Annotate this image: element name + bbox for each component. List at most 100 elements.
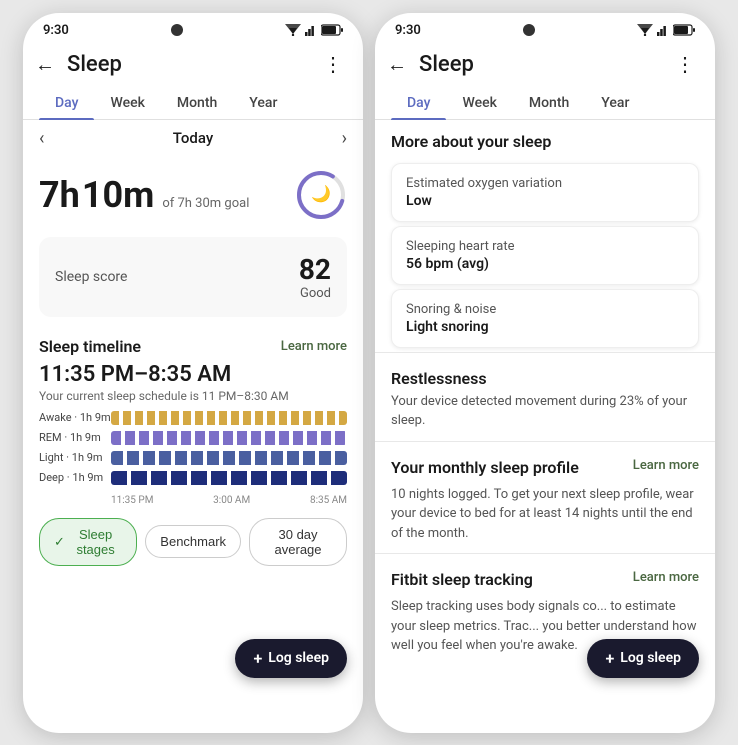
restlessness-section: Restlessness Your device detected moveme… <box>375 357 715 437</box>
more-sleep-title: More about your sleep <box>375 120 715 159</box>
sleep-hours: 7h <box>39 174 80 216</box>
right-app-title: Sleep <box>419 52 474 77</box>
snoring-name: Snoring & noise <box>406 302 684 317</box>
sleep-score-value: 82 <box>299 253 331 286</box>
rem-bar <box>111 431 347 445</box>
checkmark-icon: ✓ <box>54 534 65 550</box>
timeline-title: Sleep timeline <box>39 337 141 356</box>
divider-3 <box>375 553 715 554</box>
left-time: 9:30 <box>43 23 69 38</box>
heart-rate-card: Sleeping heart rate 56 bpm (avg) <box>391 226 699 285</box>
signal-icon <box>305 24 317 36</box>
timeline-section-header: Sleep timeline Learn more <box>23 325 363 362</box>
fitbit-tracking-header: Fitbit sleep tracking Learn more <box>391 570 699 593</box>
oxygen-name: Estimated oxygen variation <box>406 176 684 191</box>
deep-bar <box>111 471 347 485</box>
awake-label: Awake · 1h 9m <box>39 411 111 424</box>
chart-row-rem: REM · 1h 9m <box>39 431 347 445</box>
light-bar <box>111 451 347 465</box>
sleep-score-card: Sleep score 82 Good <box>39 237 347 317</box>
right-wifi-icon <box>637 24 653 36</box>
oxygen-value: Low <box>406 193 684 209</box>
left-back-button[interactable]: ← <box>31 48 59 81</box>
plus-icon: + <box>253 649 262 668</box>
left-log-sleep-fab[interactable]: + Log sleep <box>235 639 347 678</box>
timeline-subtitle: Your current sleep schedule is 11 PM–8:3… <box>23 389 363 411</box>
monthly-profile-learn-more[interactable]: Learn more <box>633 458 699 473</box>
right-app-header: ← Sleep ⋮ <box>375 42 715 87</box>
awake-bar <box>111 411 347 425</box>
heart-rate-value: 56 bpm (avg) <box>406 256 684 272</box>
chart-row-deep: Deep · 1h 9m <box>39 471 347 485</box>
rem-label: REM · 1h 9m <box>39 431 111 444</box>
oxygen-card: Estimated oxygen variation Low <box>391 163 699 222</box>
right-status-icons <box>637 24 695 36</box>
benchmark-button[interactable]: Benchmark <box>145 525 241 558</box>
monthly-profile-header: Your monthly sleep profile Learn more <box>391 458 699 481</box>
time-start: 11:35 PM <box>111 495 153 506</box>
sleep-stages-button[interactable]: ✓ Sleep stages <box>39 518 137 566</box>
left-tab-month[interactable]: Month <box>161 87 233 119</box>
left-tab-week[interactable]: Week <box>94 87 160 119</box>
status-icons <box>285 24 343 36</box>
deep-label: Deep · 1h 9m <box>39 471 111 484</box>
svg-text:🌙: 🌙 <box>311 184 331 203</box>
timeline-learn-more[interactable]: Learn more <box>281 339 347 354</box>
right-tab-week[interactable]: Week <box>446 87 512 119</box>
restlessness-title: Restlessness <box>391 369 699 388</box>
right-signal-icon <box>657 24 669 36</box>
date-label: Today <box>173 129 213 147</box>
right-tab-year[interactable]: Year <box>585 87 645 119</box>
right-tabs: Day Week Month Year <box>375 87 715 120</box>
right-time: 9:30 <box>395 23 421 38</box>
right-tab-day[interactable]: Day <box>391 87 446 119</box>
left-tabs: Day Week Month Year <box>23 87 363 120</box>
left-tab-year[interactable]: Year <box>233 87 293 119</box>
left-app-header: ← Sleep ⋮ <box>23 42 363 87</box>
camera-notch <box>171 24 183 36</box>
battery-icon <box>321 24 343 36</box>
right-plus-icon: + <box>605 649 614 668</box>
time-end: 8:35 AM <box>310 495 347 506</box>
date-prev-button[interactable]: ‹ <box>39 128 44 149</box>
monthly-profile-title: Your monthly sleep profile <box>391 458 579 477</box>
wifi-icon <box>285 24 301 36</box>
divider-1 <box>375 352 715 353</box>
chart-row-awake: Awake · 1h 9m <box>39 411 347 425</box>
date-nav: ‹ Today › <box>23 120 363 157</box>
chart-time-axis: 11:35 PM 3:00 AM 8:35 AM <box>39 491 347 506</box>
chart-row-light: Light · 1h 9m <box>39 451 347 465</box>
left-more-button[interactable]: ⋮ <box>319 48 347 80</box>
snoring-card: Snoring & noise Light snoring <box>391 289 699 348</box>
right-camera-notch <box>523 24 535 36</box>
monthly-profile-text: 10 nights logged. To get your next sleep… <box>391 485 699 544</box>
sleep-score-label: Sleep score <box>55 269 127 285</box>
left-phone: 9:30 ← Sleep ⋮ Day Week Month Year <box>23 13 363 733</box>
left-tab-day[interactable]: Day <box>39 87 94 119</box>
date-next-button[interactable]: › <box>342 128 347 149</box>
right-more-button[interactable]: ⋮ <box>671 48 699 80</box>
right-battery-icon <box>673 24 695 36</box>
snoring-value: Light snoring <box>406 319 684 335</box>
sleep-circle-icon: 🌙 <box>295 169 347 221</box>
light-label: Light · 1h 9m <box>39 451 111 464</box>
right-tab-month[interactable]: Month <box>513 87 585 119</box>
left-status-bar: 9:30 <box>23 13 363 42</box>
timeline-time-range: 11:35 PM–8:35 AM <box>23 362 363 389</box>
bottom-buttons: ✓ Sleep stages Benchmark 30 day average <box>23 506 363 578</box>
right-back-button[interactable]: ← <box>383 48 411 81</box>
thirty-day-button[interactable]: 30 day average <box>249 518 347 566</box>
sleep-minutes: 10m <box>82 174 155 216</box>
sleep-score-quality: Good <box>299 286 331 301</box>
sleep-goal: of 7h 30m goal <box>162 196 249 211</box>
left-app-title: Sleep <box>67 52 122 77</box>
time-mid: 3:00 AM <box>213 495 250 506</box>
right-status-bar: 9:30 <box>375 13 715 42</box>
fitbit-tracking-learn-more[interactable]: Learn more <box>633 570 699 585</box>
monthly-profile-section: Your monthly sleep profile Learn more 10… <box>375 446 715 550</box>
right-phone: 9:30 ← Sleep ⋮ Day Week Month Year M <box>375 13 715 733</box>
right-log-sleep-fab[interactable]: + Log sleep <box>587 639 699 678</box>
heart-rate-name: Sleeping heart rate <box>406 239 684 254</box>
sleep-chart: Awake · 1h 9m REM · 1h 9m Light · 1h 9m … <box>23 411 363 506</box>
sleep-duration-section: 7h 10m of 7h 30m goal 🌙 <box>23 157 363 229</box>
